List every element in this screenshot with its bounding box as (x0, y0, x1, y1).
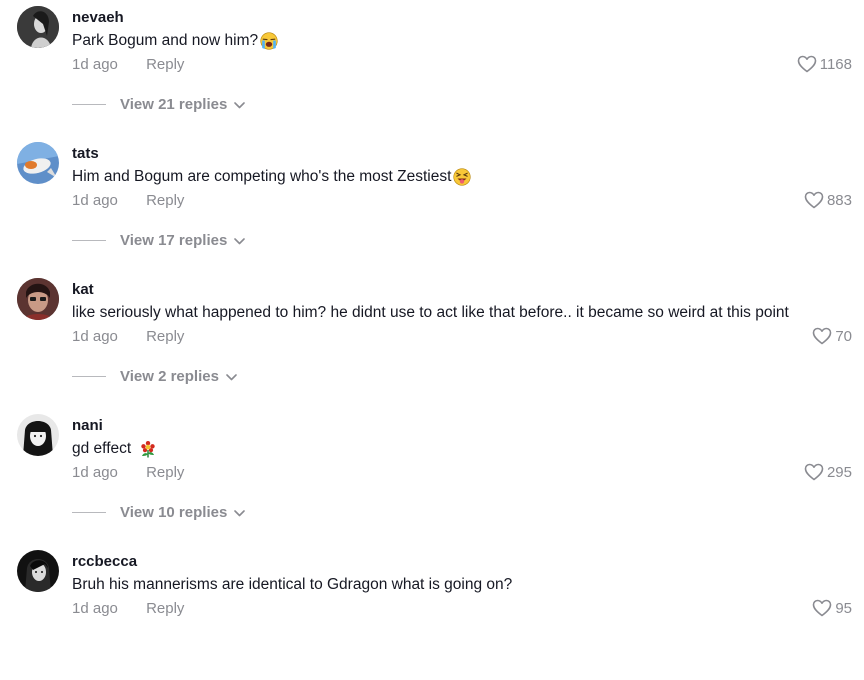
comment-meta: 1d ago Reply (72, 56, 184, 73)
comment-timestamp: 1d ago (72, 328, 118, 345)
loudly-crying-face-icon (260, 32, 278, 50)
heart-icon (797, 55, 817, 73)
like-button[interactable]: 883 (804, 191, 852, 209)
comment-meta: 1d ago Reply (72, 600, 184, 617)
comment-username[interactable]: nevaeh (72, 9, 124, 26)
comment-username[interactable]: tats (72, 145, 99, 162)
comment-item: nevaeh Park Bogum and now him? 1d ago Re… (0, 0, 864, 136)
comment-text: like seriously what happened to him? he … (72, 304, 789, 322)
divider-line (72, 104, 106, 105)
view-replies-label: View 10 replies (120, 504, 228, 521)
comment-body: like seriously what happened to him? he … (72, 304, 789, 321)
view-replies-button[interactable]: View 2 replies (72, 368, 237, 385)
view-replies-label: View 2 replies (120, 368, 219, 385)
comment-body: Bruh his mannerisms are identical to Gdr… (72, 576, 513, 593)
comment-body: gd effect (72, 440, 132, 457)
chevron-down-icon (226, 374, 237, 381)
avatar[interactable] (17, 278, 59, 320)
chevron-down-icon (234, 102, 246, 109)
reply-button[interactable]: Reply (146, 328, 184, 345)
comment-meta: 1d ago Reply (72, 328, 184, 345)
heart-icon (804, 463, 824, 481)
heart-icon (813, 599, 832, 617)
comment-timestamp: 1d ago (72, 56, 118, 73)
comment-meta: 1d ago Reply (72, 464, 184, 481)
divider-line (72, 376, 106, 377)
view-replies-button[interactable]: View 17 replies (72, 232, 246, 249)
avatar[interactable] (17, 550, 59, 592)
divider-line (72, 512, 106, 513)
comment-text: gd effect (72, 440, 157, 458)
view-replies-label: View 21 replies (120, 96, 228, 113)
like-count: 70 (835, 327, 852, 345)
comment-text: Park Bogum and now him? (72, 32, 278, 50)
comment-item: kat like seriously what happened to him?… (0, 272, 864, 408)
reply-button[interactable]: Reply (146, 600, 184, 617)
view-replies-label: View 17 replies (120, 232, 228, 249)
comment-item: rccbecca Bruh his mannerisms are identic… (0, 544, 864, 680)
like-button[interactable]: 95 (812, 599, 852, 617)
divider-line (72, 240, 106, 241)
reply-button[interactable]: Reply (146, 192, 184, 209)
avatar[interactable] (17, 142, 59, 184)
comment-timestamp: 1d ago (72, 464, 118, 481)
like-button[interactable]: 1168 (797, 55, 852, 73)
heart-icon (804, 191, 824, 209)
heart-icon (813, 327, 832, 345)
squinting-tongue-face-icon (453, 168, 472, 186)
comment-username[interactable]: nani (72, 417, 103, 434)
comment-item: nani gd effect 1d ago Reply 295 View 10 … (0, 408, 864, 544)
comment-text: Him and Bogum are competing who's the mo… (72, 168, 472, 186)
daisy-flower-icon (139, 440, 157, 458)
comment-timestamp: 1d ago (72, 600, 118, 617)
comment-body: Park Bogum and now him? (72, 32, 259, 49)
reply-button[interactable]: Reply (146, 56, 184, 73)
reply-button[interactable]: Reply (146, 464, 184, 481)
comment-meta: 1d ago Reply (72, 192, 184, 209)
avatar[interactable] (17, 6, 59, 48)
comment-text: Bruh his mannerisms are identical to Gdr… (72, 576, 512, 594)
like-count: 883 (826, 191, 852, 209)
like-button[interactable]: 295 (804, 463, 852, 481)
like-count: 295 (826, 463, 852, 481)
comment-username[interactable]: rccbecca (72, 553, 137, 570)
view-replies-button[interactable]: View 21 replies (72, 96, 246, 113)
view-replies-button[interactable]: View 10 replies (72, 504, 246, 521)
avatar[interactable] (17, 414, 59, 456)
comment-body: Him and Bogum are competing who's the mo… (72, 168, 452, 185)
chevron-down-icon (234, 238, 246, 245)
like-count: 95 (835, 599, 852, 617)
comment-timestamp: 1d ago (72, 192, 118, 209)
like-count: 1168 (819, 55, 852, 73)
chevron-down-icon (234, 510, 246, 517)
like-button[interactable]: 70 (812, 327, 852, 345)
comment-item: tats Him and Bogum are competing who's t… (0, 136, 864, 272)
comment-username[interactable]: kat (72, 281, 94, 298)
